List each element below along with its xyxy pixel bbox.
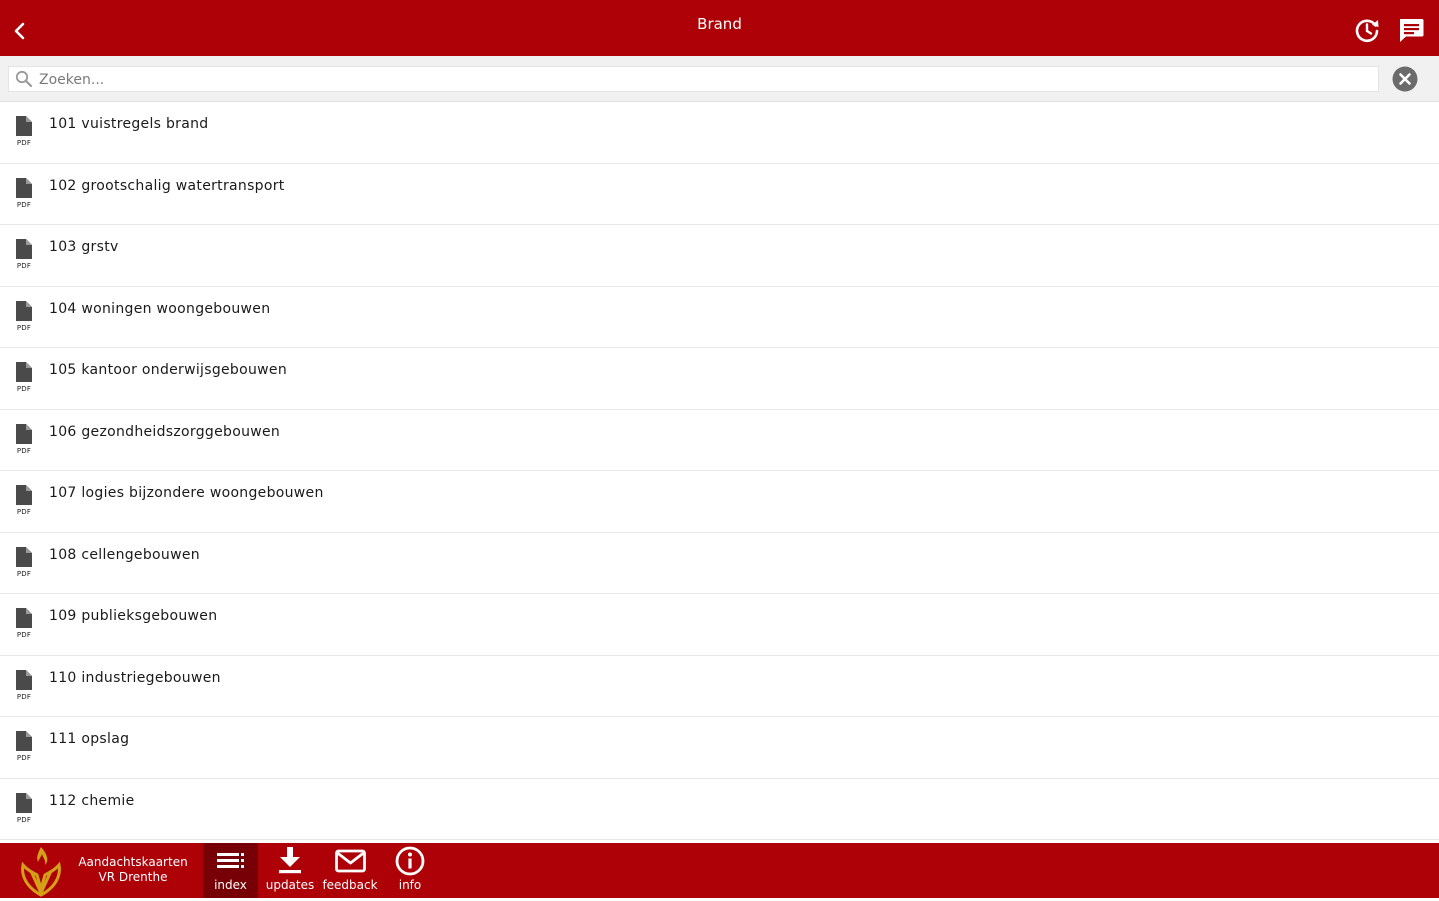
- list-item-label: 105 kantoor onderwijsgebouwen: [49, 362, 287, 378]
- pdf-file-icon: PDF: [14, 423, 34, 460]
- clear-search-button[interactable]: [1392, 66, 1418, 92]
- file-icon: [16, 177, 32, 198]
- nav-index[interactable]: index: [203, 843, 258, 898]
- file-icon: [16, 485, 32, 505]
- file-icon: [16, 362, 32, 382]
- file-type-label: PDF: [16, 446, 32, 455]
- file-type-label: PDF: [16, 692, 32, 701]
- file-icon: [16, 300, 32, 321]
- top-bar: Brand: [0, 0, 1439, 56]
- app-name: Aandachtskaarten VR Drenthe: [70, 855, 196, 885]
- file-icon: [16, 669, 32, 690]
- list-item-label: 111 opslag: [49, 731, 130, 747]
- file-icon: [16, 731, 32, 751]
- file-type-label: PDF: [16, 754, 32, 762]
- file-icon: [16, 792, 32, 813]
- list-item[interactable]: PDF 101 vuistregels brand: [0, 102, 1439, 164]
- pdf-file-icon: PDF: [14, 669, 34, 706]
- list-item[interactable]: PDF 104 woningen woongebouwen: [0, 286, 1439, 348]
- nav-feedback[interactable]: feedback: [322, 843, 378, 898]
- list-item-label: 112 chemie: [49, 792, 135, 809]
- search-input[interactable]: [37, 69, 1371, 91]
- list-item-label: 101 vuistregels brand: [49, 116, 209, 132]
- file-type-label: PDF: [16, 323, 32, 332]
- list-item[interactable]: PDF 108 cellengebouwen: [0, 532, 1439, 594]
- document-list: PDF 101 vuistregels brand PDF 102 grootscha…: [0, 102, 1439, 843]
- file-type-label: PDF: [16, 200, 32, 209]
- list-item-label: 109 publieksgebouwen: [49, 608, 218, 624]
- file-icon: [16, 546, 32, 567]
- pdf-file-icon: PDF: [14, 608, 34, 644]
- list-item[interactable]: PDF 110 industriegebouwen: [0, 655, 1439, 717]
- file-icon: [16, 423, 32, 444]
- file-type-label: PDF: [16, 569, 32, 578]
- file-type-label: PDF: [16, 262, 32, 270]
- list-item[interactable]: PDF 107 logies bijzondere woongebouwen: [0, 471, 1439, 533]
- list-item-label: 107 logies bijzondere woongebouwen: [49, 485, 324, 501]
- file-type-label: PDF: [16, 631, 32, 639]
- nav-info-label: info: [398, 878, 422, 892]
- list-item-label: 104 woningen woongebouwen: [49, 300, 271, 317]
- file-icon: [16, 116, 32, 136]
- close-circle-icon: [1392, 66, 1418, 92]
- pdf-file-icon: PDF: [14, 116, 34, 152]
- search-bar: [0, 56, 1439, 102]
- list-item-label: 108 cellengebouwen: [49, 546, 200, 563]
- list-icon: [217, 853, 244, 868]
- pdf-file-icon: PDF: [14, 731, 34, 767]
- file-icon: [16, 239, 32, 259]
- nav-feedback-label: feedback: [322, 878, 378, 892]
- pdf-file-icon: PDF: [14, 300, 34, 337]
- bottom-bar: Aandachtskaarten VR Drenthe index update…: [0, 843, 1439, 898]
- mail-icon: [335, 849, 366, 873]
- page-title: Brand: [697, 15, 742, 33]
- history-icon: [1355, 19, 1379, 43]
- pdf-file-icon: PDF: [14, 546, 34, 583]
- nav-updates[interactable]: updates: [262, 843, 318, 898]
- pdf-file-icon: PDF: [14, 485, 34, 521]
- pdf-file-icon: PDF: [14, 362, 34, 398]
- app-name-line1: Aandachtskaarten: [78, 855, 188, 869]
- info-icon: [395, 846, 425, 876]
- search-field[interactable]: [8, 66, 1379, 92]
- list-item[interactable]: PDF 112 chemie: [0, 778, 1439, 840]
- chat-button[interactable]: [1397, 16, 1425, 44]
- chat-icon: [1400, 19, 1424, 42]
- file-icon: [16, 608, 32, 628]
- list-item[interactable]: PDF 102 grootschalig watertransport: [0, 163, 1439, 225]
- pdf-file-icon: PDF: [14, 239, 34, 275]
- nav-index-label: index: [214, 878, 247, 892]
- download-icon: [279, 847, 301, 874]
- list-item[interactable]: PDF 103 grstv: [0, 225, 1439, 287]
- list-item-label: 110 industriegebouwen: [49, 669, 221, 686]
- app-name-line2: VR Drenthe: [98, 870, 168, 884]
- list-item[interactable]: PDF 105 kantoor onderwijsgebouwen: [0, 348, 1439, 410]
- list-item[interactable]: PDF 106 gezondheidszorggebouwen: [0, 409, 1439, 471]
- fire-brigade-logo-icon: [21, 847, 61, 897]
- pdf-file-icon: PDF: [14, 792, 34, 829]
- search-icon: [15, 70, 33, 88]
- list-item-label: 106 gezondheidszorggebouwen: [49, 423, 281, 440]
- list-item-label: 103 grstv: [49, 239, 119, 255]
- list-item[interactable]: PDF 109 publieksgebouwen: [0, 594, 1439, 656]
- history-button[interactable]: [1353, 16, 1381, 44]
- pdf-file-icon: PDF: [14, 177, 34, 214]
- file-type-label: PDF: [16, 508, 32, 516]
- app-logo: [16, 845, 66, 897]
- list-item[interactable]: PDF 111 opslag: [0, 717, 1439, 779]
- nav-info[interactable]: info: [382, 843, 438, 898]
- file-type-label: PDF: [16, 385, 32, 393]
- file-type-label: PDF: [16, 139, 32, 147]
- file-type-label: PDF: [16, 815, 32, 824]
- list-item-label: 102 grootschalig watertransport: [49, 177, 285, 194]
- nav-updates-label: updates: [265, 878, 315, 892]
